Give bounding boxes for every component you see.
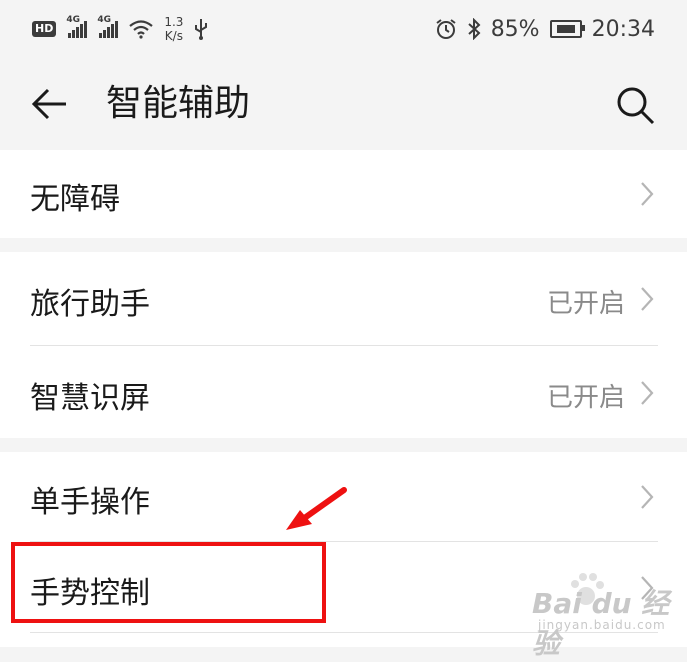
back-arrow-icon[interactable] [30, 86, 70, 122]
settings-item-label: 单手操作 [30, 485, 150, 520]
settings-section-2: 旅行助手 已开启 智慧识屏 已开启 [0, 252, 687, 438]
network-type-label: 4G [97, 14, 111, 25]
settings-item-accessibility[interactable]: 无障碍 [0, 150, 687, 238]
bluetooth-icon [468, 18, 481, 40]
settings-item-label: 无障碍 [30, 182, 120, 217]
watermark-url: jingyan.baidu.com [538, 618, 666, 632]
app-bar: 智能辅助 [0, 58, 687, 148]
network-type-label: 4G [66, 14, 80, 25]
hd-badge: HD [32, 21, 57, 37]
settings-section-1: 无障碍 [0, 150, 687, 238]
settings-item-status: 已开启 [546, 289, 625, 319]
status-bar-right: 85% 20:34 [435, 17, 655, 42]
baidu-watermark: Bai du 经验 jingyan.baidu.com [518, 570, 683, 660]
clock: 20:34 [591, 16, 655, 42]
network-speed: 1.3 K/s [164, 15, 183, 43]
settings-item-label: 智慧识屏 [30, 381, 150, 416]
settings-item-travel-assistant[interactable]: 旅行助手 已开启 [0, 252, 687, 345]
wifi-icon [129, 20, 154, 39]
settings-item-status: 已开启 [546, 383, 625, 413]
signal-strength-icon-sim2: 4G [97, 15, 119, 38]
red-arrow-icon [286, 487, 347, 530]
chevron-right-icon [641, 287, 654, 311]
search-icon[interactable] [614, 84, 656, 126]
highlight-box [11, 542, 326, 623]
settings-item-smart-screen-recognition[interactable]: 智慧识屏 已开启 [0, 346, 687, 438]
status-bar: HD 4G 4G 1.3 K/s 85% 20:34 [0, 0, 687, 58]
status-bar-left: HD 4G 4G 1.3 K/s [32, 15, 209, 43]
usb-icon [195, 19, 208, 40]
signal-strength-icon-sim1: 4G [66, 15, 88, 38]
chevron-right-icon [641, 182, 654, 206]
alarm-icon [436, 19, 456, 39]
network-speed-unit: K/s [164, 29, 183, 43]
settings-item-label: 旅行助手 [30, 287, 150, 322]
chevron-right-icon [641, 485, 654, 509]
battery-percentage: 85% [490, 16, 540, 42]
chevron-right-icon [641, 381, 654, 405]
page-title: 智能辅助 [106, 83, 251, 124]
network-speed-value: 1.3 [164, 15, 184, 29]
battery-icon [549, 20, 585, 38]
